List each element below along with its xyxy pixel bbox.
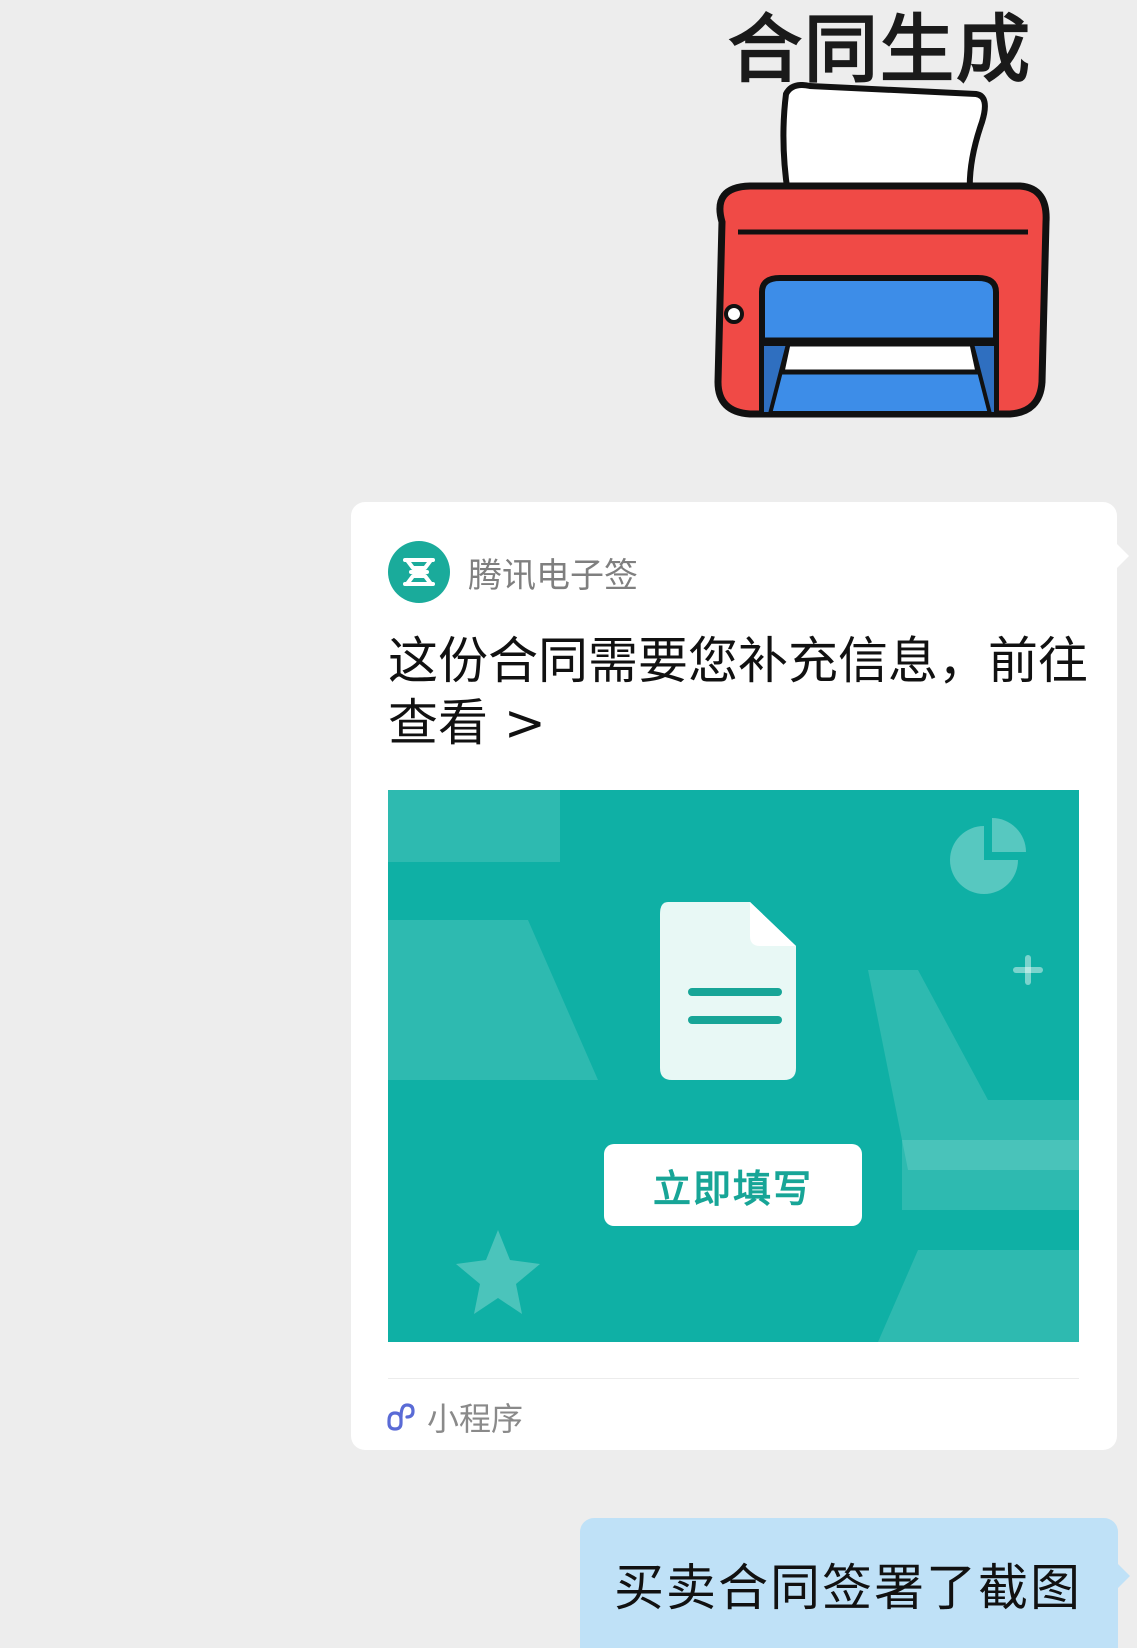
document-icon bbox=[660, 902, 796, 1080]
card-title[interactable]: 这份合同需要您补充信息，前往查看 > bbox=[388, 630, 1088, 754]
star-icon bbox=[456, 1230, 540, 1314]
tencent-esign-logo-icon bbox=[388, 541, 450, 603]
fill-now-button[interactable]: 立即填写 bbox=[604, 1144, 862, 1226]
card-divider bbox=[388, 1378, 1079, 1379]
plus-icon bbox=[1013, 955, 1043, 985]
text-message-bubble[interactable]: 买卖合同签署了截图 bbox=[580, 1518, 1130, 1648]
sticker-message[interactable]: 合同生成中 bbox=[700, 0, 1060, 430]
printer-sticker-icon bbox=[714, 82, 1050, 418]
mini-program-icon bbox=[387, 1403, 415, 1431]
pie-chart-icon bbox=[950, 818, 1026, 894]
card-header: 腾讯电子签 bbox=[388, 540, 638, 604]
mini-program-card[interactable]: 腾讯电子签 这份合同需要您补充信息，前往查看 > 立即填写 小程序 bbox=[351, 502, 1129, 1450]
mini-program-label: 小程序 bbox=[427, 1400, 524, 1438]
card-footer: 小程序 bbox=[383, 1392, 523, 1442]
message-bubble-tail bbox=[1118, 1564, 1130, 1588]
cover-background-graphic bbox=[388, 790, 1079, 1342]
card-cover-image[interactable]: 立即填写 bbox=[388, 790, 1079, 1342]
brand-name: 腾讯电子签 bbox=[468, 555, 638, 596]
message-text: 买卖合同签署了截图 bbox=[614, 1559, 1082, 1617]
card-bubble-tail bbox=[1117, 544, 1129, 568]
